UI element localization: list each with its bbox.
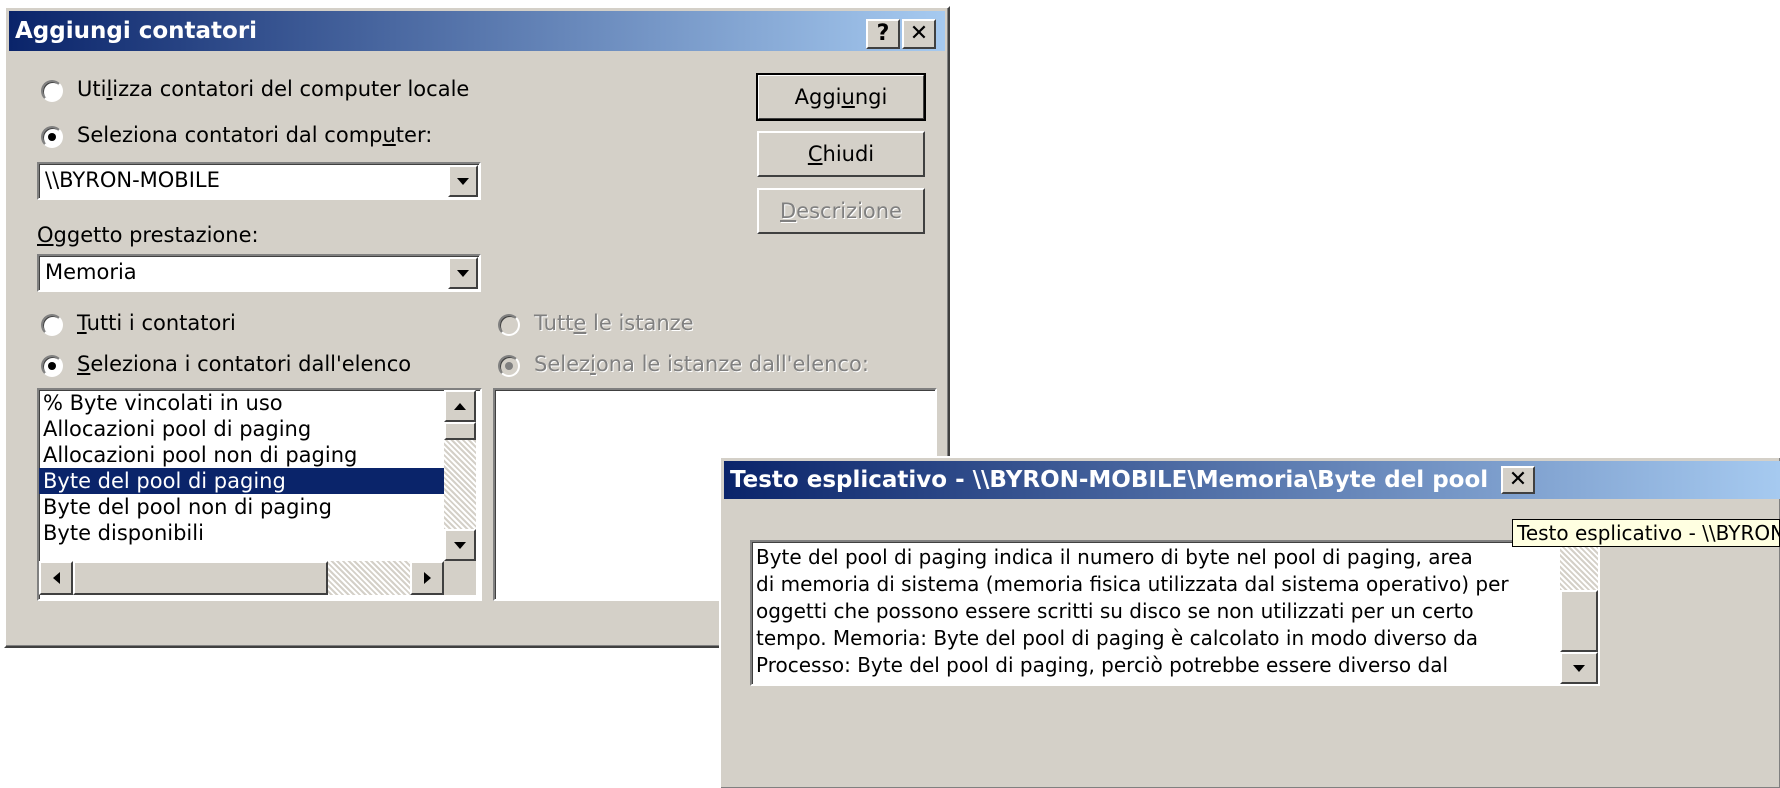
scrollbar-corner (444, 561, 476, 595)
counters-vscroll-thumb[interactable] (444, 422, 476, 440)
counter-item-3[interactable]: Byte del pool di paging (39, 468, 444, 494)
explain-text: Byte del pool di paging indica il numero… (756, 545, 1509, 677)
description-button-label: Descrizione (780, 199, 902, 223)
counter-item-4[interactable]: Byte del pool non di paging (39, 494, 444, 520)
object-label: Oggetto prestazione: (37, 223, 259, 247)
computer-combo[interactable]: \\BYRON-MOBILE (37, 162, 481, 200)
explain-dialog-title: Testo esplicativo - \\BYRON-MOBILE\Memor… (730, 467, 1494, 493)
radio-select-counters-label[interactable]: Seleziona i contatori dall'elenco (77, 352, 411, 376)
close-button[interactable]: ✕ (902, 19, 936, 49)
close-dialog-button[interactable]: Chiudi (757, 131, 925, 177)
radio-all-counters-label[interactable]: Tutti i contatori (77, 311, 236, 335)
radio-select-counters[interactable] (41, 355, 63, 377)
radio-all-instances[interactable] (498, 314, 520, 336)
arrow-right-icon (423, 572, 431, 584)
dialog-title: Aggiungi contatori (15, 18, 258, 44)
counter-item-5[interactable]: Byte disponibili (39, 520, 444, 546)
question-icon: ? (876, 21, 890, 46)
add-button[interactable]: Aggiungi (756, 73, 926, 121)
arrow-down-icon (454, 541, 466, 549)
counters-scroll-up-button[interactable] (444, 390, 476, 422)
close-dialog-button-label: Chiudi (807, 142, 875, 166)
tooltip-text: Testo esplicativo - \\BYRON-MOBILE\Memor… (1517, 521, 1779, 545)
object-combo-dropdown-button[interactable] (448, 257, 478, 289)
counters-list: % Byte vincolati in uso Allocazioni pool… (39, 390, 444, 549)
radio-select-instances[interactable] (498, 355, 520, 377)
arrow-up-icon (454, 402, 466, 410)
title-tooltip: Testo esplicativo - \\BYRON-MOBILE\Memor… (1512, 519, 1780, 547)
object-combo-value: Memoria (45, 260, 137, 284)
object-combo[interactable]: Memoria (37, 254, 481, 292)
explain-title-bar[interactable]: Testo esplicativo - \\BYRON-MOBILE\Memor… (724, 461, 1780, 499)
explain-text-dialog: Testo esplicativo - \\BYRON-MOBILE\Memor… (719, 456, 1780, 788)
counters-scroll-left-button[interactable] (39, 561, 73, 595)
title-bar[interactable]: Aggiungi contatori (9, 11, 945, 51)
explain-scroll-down-button[interactable] (1560, 652, 1598, 684)
counters-scroll-down-button[interactable] (444, 529, 476, 561)
description-button[interactable]: Descrizione (757, 188, 925, 234)
counters-hscroll-thumb[interactable] (73, 561, 328, 595)
explain-vscroll-thumb[interactable] (1560, 590, 1598, 652)
explain-text-area[interactable]: Byte del pool di paging indica il numero… (750, 540, 1600, 686)
computer-combo-dropdown-button[interactable] (448, 165, 478, 197)
counter-item-0[interactable]: % Byte vincolati in uso (39, 390, 444, 416)
radio-local-computer-label[interactable]: Utilizza contatori del computer locale (77, 77, 469, 101)
chevron-down-icon (457, 269, 469, 277)
help-button[interactable]: ? (866, 19, 900, 49)
radio-select-computer-label[interactable]: Seleziona contatori dal computer: (77, 123, 432, 147)
chevron-down-icon (457, 177, 469, 185)
radio-all-instances-label[interactable]: Tutte le istanze (534, 311, 694, 335)
radio-select-computer[interactable] (41, 126, 63, 148)
counters-scroll-right-button[interactable] (410, 561, 444, 595)
counter-item-1[interactable]: Allocazioni pool di paging (39, 416, 444, 442)
counter-item-2[interactable]: Allocazioni pool non di paging (39, 442, 444, 468)
add-button-label: Aggiungi (794, 85, 888, 109)
close-icon: ✕ (1508, 467, 1528, 492)
explain-close-button[interactable]: ✕ (1501, 466, 1535, 494)
radio-local-computer[interactable] (41, 80, 63, 102)
computer-combo-value: \\BYRON-MOBILE (45, 168, 220, 192)
close-icon: ✕ (909, 21, 929, 46)
arrow-left-icon (52, 572, 60, 584)
radio-select-instances-label[interactable]: Seleziona le istanze dall'elenco: (534, 352, 869, 376)
counters-listbox[interactable]: % Byte vincolati in uso Allocazioni pool… (37, 388, 482, 601)
radio-all-counters[interactable] (41, 314, 63, 336)
arrow-down-icon (1573, 664, 1585, 672)
